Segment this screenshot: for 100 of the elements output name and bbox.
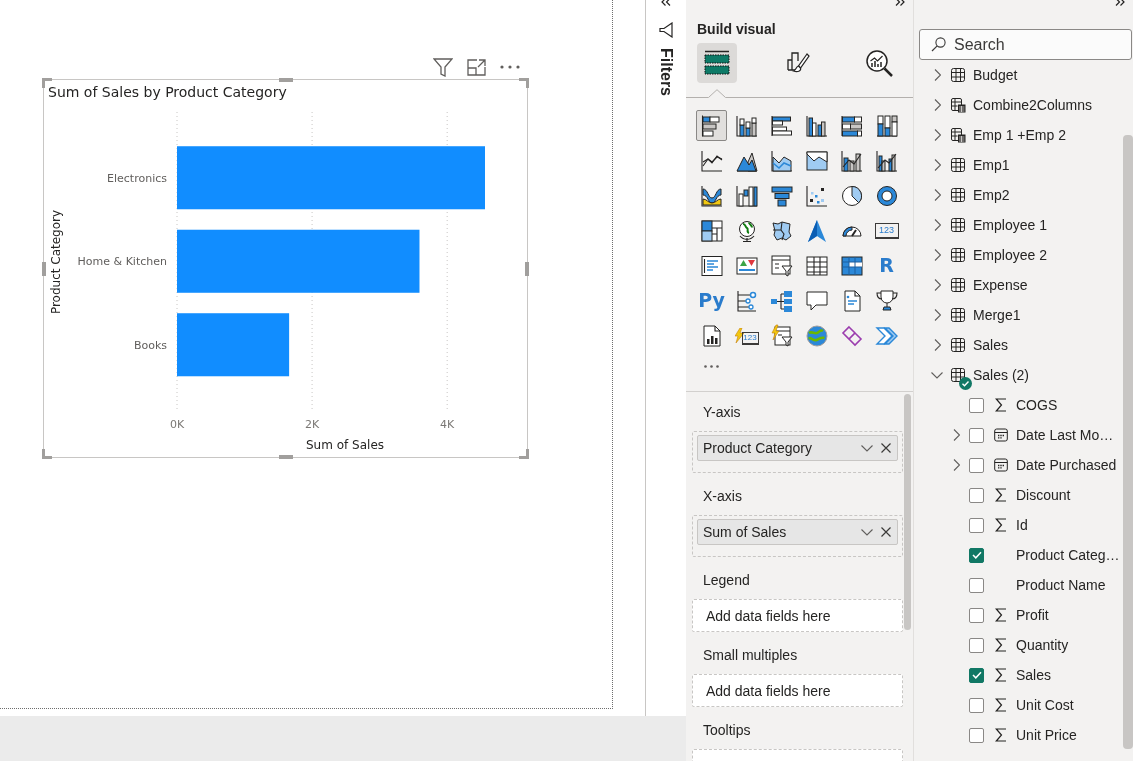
speech-bubble-icon <box>804 288 829 313</box>
checkbox[interactable] <box>969 577 984 593</box>
pane-title[interactable]: Filters <box>657 48 675 96</box>
field-name[interactable]: Unit Cost <box>1016 697 1074 713</box>
chevron-down-icon[interactable] <box>861 528 873 536</box>
scatter-chart-icon <box>804 183 829 208</box>
chevron-right-icon[interactable] <box>933 69 941 81</box>
field-name[interactable]: COGS <box>1016 397 1058 413</box>
corner-handle-icon[interactable] <box>42 78 52 88</box>
chevron-right-icon[interactable] <box>933 219 941 231</box>
globe-icon <box>804 323 829 348</box>
table-name[interactable]: Sales (2) <box>973 367 1030 383</box>
field-name[interactable]: Date Purchased <box>1016 457 1117 473</box>
field-name[interactable]: Id <box>1016 517 1028 533</box>
funnel-chart-icon <box>769 183 794 208</box>
field-name[interactable]: Date Last Mo… <box>1016 427 1114 443</box>
combo-chart-icon <box>839 148 864 173</box>
search-field[interactable]: Search <box>919 29 1132 60</box>
checkbox[interactable] <box>969 727 984 743</box>
checkbox[interactable] <box>969 667 984 683</box>
corner-handle-icon[interactable] <box>519 449 529 459</box>
axis-title: Sum of Sales <box>306 438 384 452</box>
edge-handle-icon[interactable] <box>42 261 46 276</box>
corner-handle-icon[interactable] <box>42 449 52 459</box>
well-label: Legend <box>702 571 750 590</box>
tick-label: 4K <box>440 418 455 431</box>
table-name[interactable]: Emp2 <box>973 187 1010 203</box>
category-label: Home & Kitchen <box>77 255 167 269</box>
mode-tab[interactable] <box>697 43 737 83</box>
checkbox[interactable] <box>969 457 984 473</box>
chevron-right-icon[interactable] <box>933 129 941 141</box>
field-pill[interactable]: Product Category <box>697 435 898 461</box>
table-name[interactable]: Sales <box>973 337 1009 353</box>
checkbox[interactable] <box>969 427 984 443</box>
field-pill[interactable]: Sum of Sales <box>697 519 898 545</box>
table-name[interactable]: Expense <box>973 277 1028 293</box>
tick-label: 2K <box>305 418 320 431</box>
area-chart-icon <box>804 148 829 173</box>
collapse-icon[interactable] <box>895 0 905 6</box>
focus-mode-icon[interactable] <box>467 58 486 76</box>
corner-handle-icon[interactable] <box>519 78 529 88</box>
checkbox[interactable] <box>969 637 984 653</box>
waterfall-chart-icon <box>734 183 759 208</box>
field-name[interactable]: Product Name <box>1016 577 1106 593</box>
checkbox[interactable] <box>969 607 984 623</box>
checkbox[interactable] <box>969 517 984 533</box>
chevron-right-icon[interactable] <box>952 429 960 441</box>
table-name[interactable]: Merge1 <box>973 307 1021 323</box>
more-options-icon[interactable] <box>500 65 520 69</box>
calendar-icon <box>994 428 1008 442</box>
table-name[interactable]: Employee 1 <box>973 217 1047 233</box>
table-name[interactable]: Budget <box>973 67 1018 83</box>
checkbox[interactable] <box>969 547 984 563</box>
field-name[interactable]: Discount <box>1016 487 1071 503</box>
chevron-right-icon[interactable] <box>933 159 941 171</box>
checkbox[interactable] <box>969 397 984 413</box>
field-name[interactable]: Unit Price <box>1016 727 1077 743</box>
checkbox[interactable] <box>969 487 984 503</box>
scrollbar[interactable] <box>904 394 911 630</box>
table-name[interactable]: Combine2Columns <box>973 97 1093 113</box>
field-name[interactable]: Product Categ… <box>1016 547 1120 563</box>
field-name[interactable]: Quantity <box>1016 637 1069 653</box>
area-chart-icon <box>769 148 794 173</box>
drop-zone: Add data fields here <box>692 674 903 707</box>
chevron-right-icon[interactable] <box>933 279 941 291</box>
more-icon[interactable] <box>704 364 719 368</box>
chevron-right-icon[interactable] <box>952 459 960 471</box>
checkbox[interactable] <box>969 697 984 713</box>
column-chart-icon <box>804 113 829 138</box>
table-name[interactable]: Emp1 <box>973 157 1010 173</box>
close-icon[interactable] <box>881 443 891 453</box>
filter-icon[interactable] <box>659 22 673 38</box>
visual-type-button[interactable]: R <box>871 250 902 281</box>
expand-icon[interactable] <box>661 0 671 6</box>
field-name[interactable]: Sales <box>1016 667 1052 683</box>
visual-type-button[interactable]: Py <box>696 285 727 316</box>
edge-handle-icon[interactable] <box>278 455 293 459</box>
visual-frame[interactable]: Sum of Sales by Product Category Product Category Electronics Home & Kitchen Books 0K 2K 4K Sum of Sales <box>43 79 528 458</box>
chevron-right-icon[interactable] <box>933 189 941 201</box>
visual-type-button[interactable]: 123 <box>871 215 902 246</box>
chevron-right-icon[interactable] <box>933 99 941 111</box>
visual-type-button[interactable]: 123 <box>731 320 762 351</box>
table-name[interactable]: Emp 1 +Emp 2 <box>973 127 1066 143</box>
visual-type-button[interactable] <box>696 110 727 141</box>
table-name[interactable]: Employee 2 <box>973 247 1047 263</box>
close-icon[interactable] <box>881 527 891 537</box>
edge-handle-icon[interactable] <box>525 261 529 276</box>
chevron-down-icon[interactable] <box>931 371 943 379</box>
chevron-right-icon[interactable] <box>933 339 941 351</box>
slicer-icon <box>769 253 794 278</box>
filter-icon[interactable] <box>433 57 453 77</box>
field-name[interactable]: Profit <box>1016 607 1049 623</box>
collapse-icon[interactable] <box>1115 0 1125 6</box>
chevron-right-icon[interactable] <box>933 309 941 321</box>
scrollbar[interactable] <box>1123 135 1133 749</box>
well-label: Tooltips <box>702 721 751 740</box>
check-icon <box>971 671 982 679</box>
chevron-down-icon[interactable] <box>861 444 873 452</box>
edge-handle-icon[interactable] <box>278 78 293 82</box>
chevron-right-icon[interactable] <box>933 249 941 261</box>
